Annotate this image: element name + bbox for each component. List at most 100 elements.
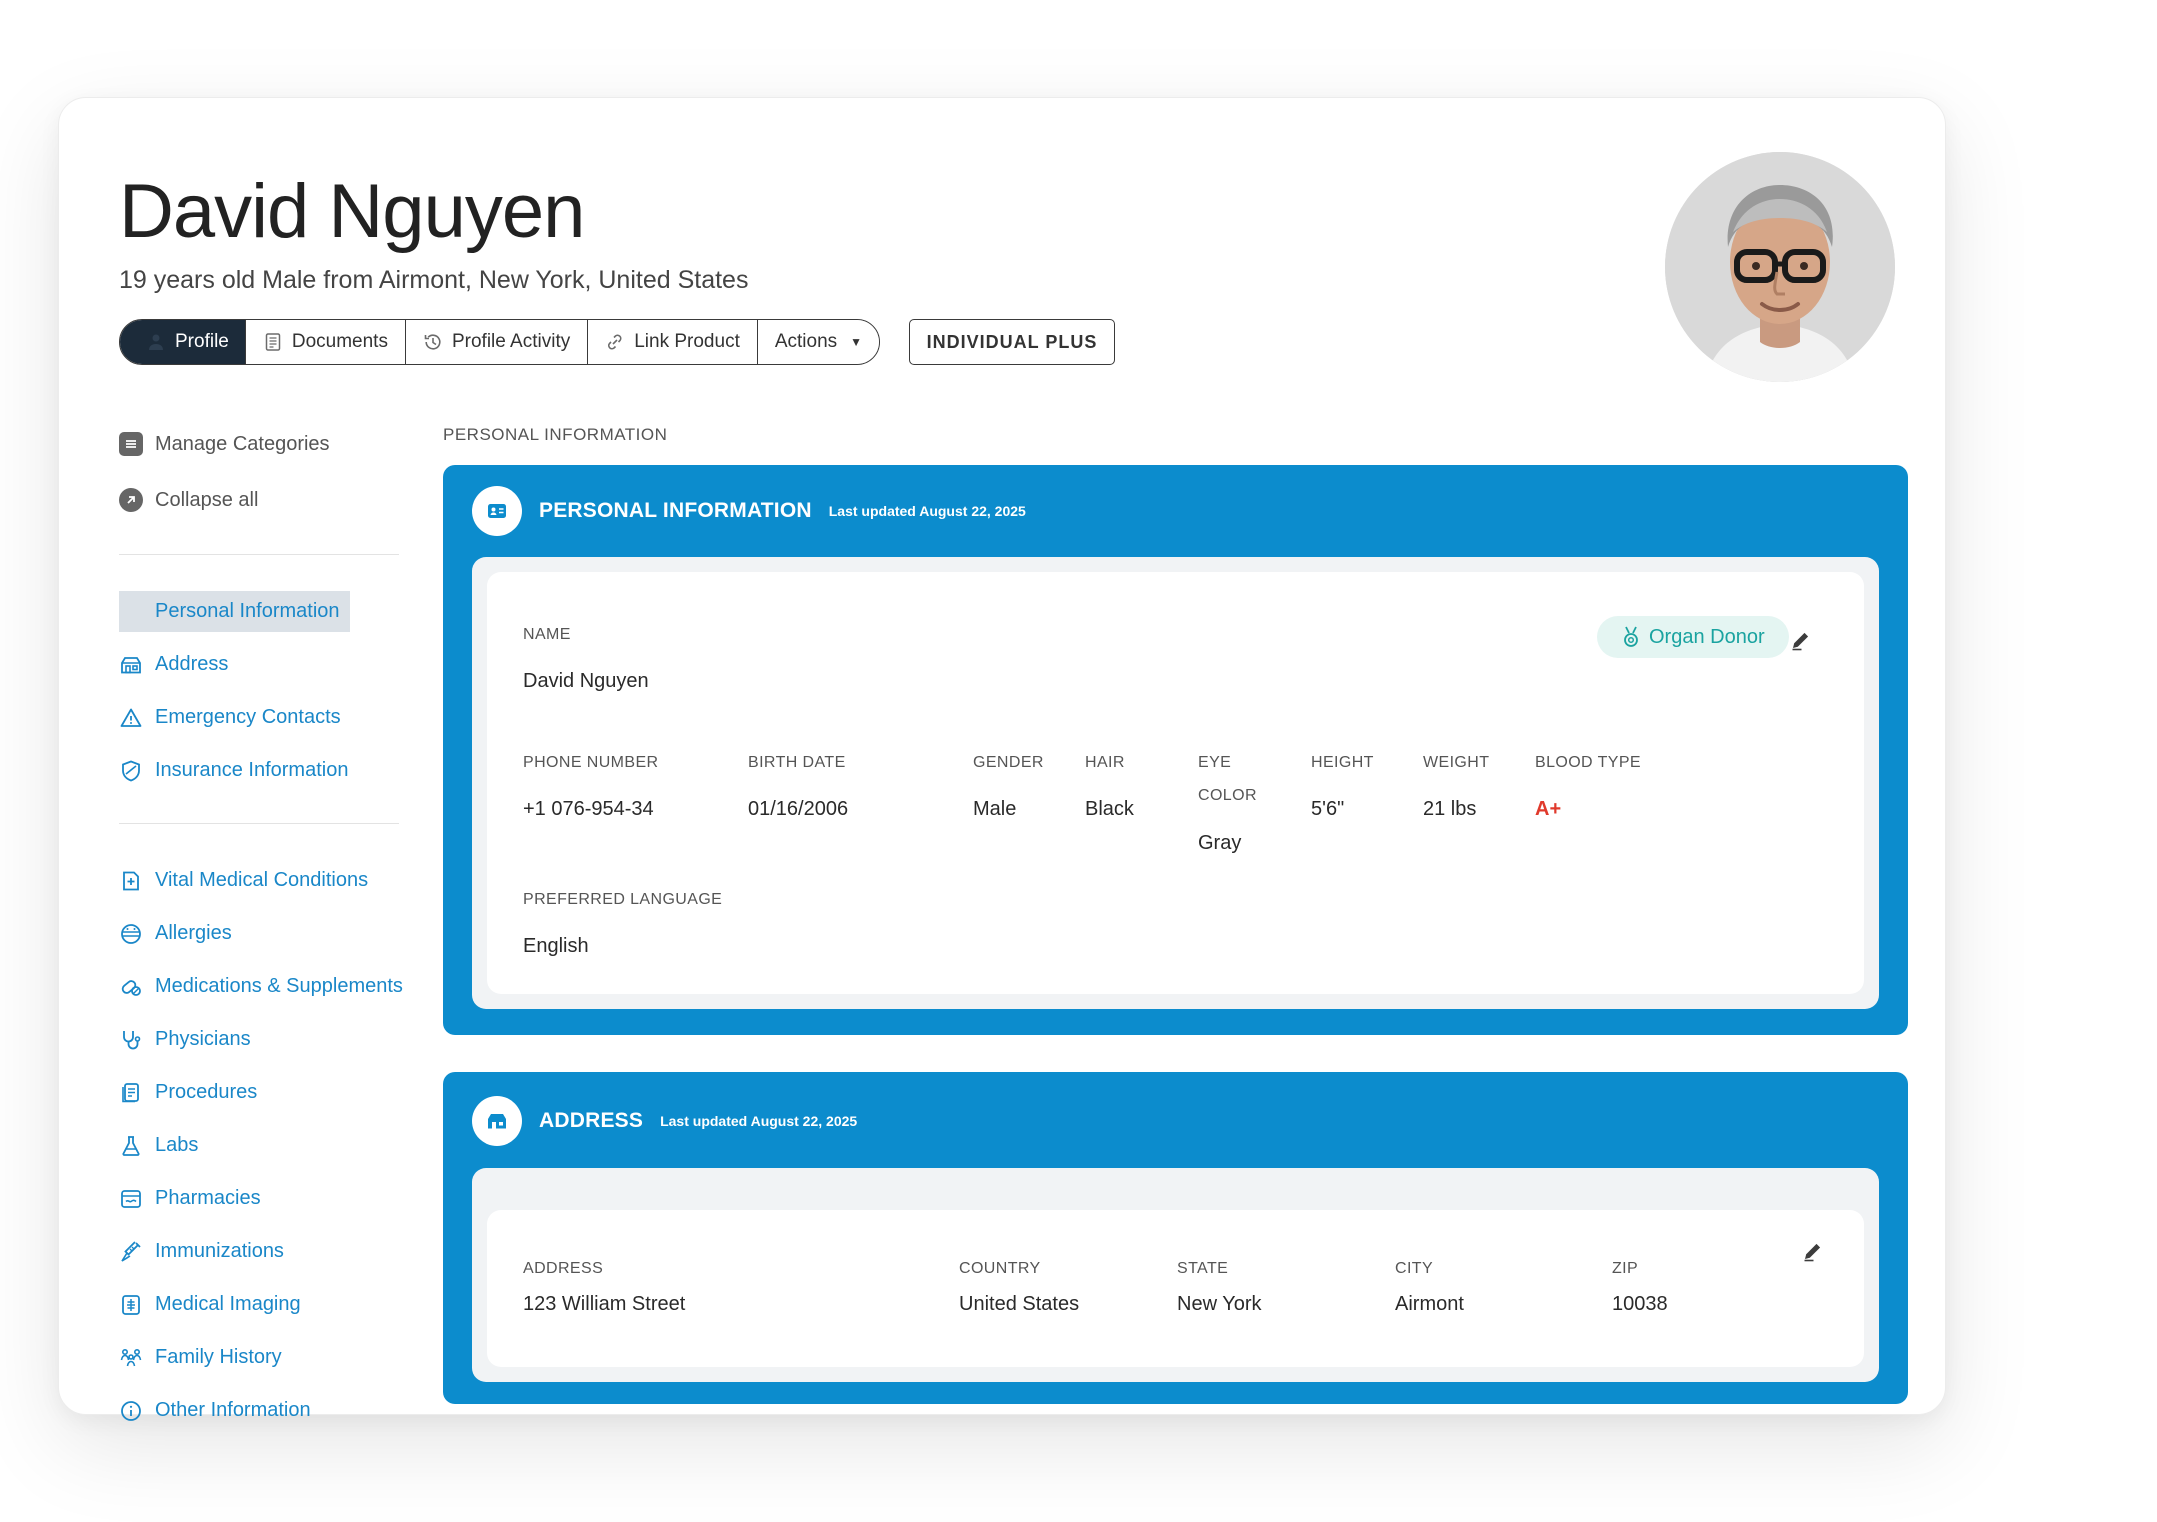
preferred-language-label: PREFERRED LANGUAGE <box>523 891 723 908</box>
organ-donor-label: Organ Donor <box>1649 625 1765 648</box>
tab-profile-label: Profile <box>175 331 229 352</box>
tab-link-product-label: Link Product <box>634 331 740 352</box>
city-value: Airmont <box>1395 1293 1464 1315</box>
sidebar-item-allergies[interactable]: Allergies <box>119 907 419 960</box>
sidebar-item-physicians[interactable]: Physicians <box>119 1013 419 1066</box>
collapse-all-label: Collapse all <box>155 488 259 511</box>
birth-date-value: 01/16/2006 <box>748 798 849 820</box>
sidebar-item-vital-medical-conditions[interactable]: Vital Medical Conditions <box>119 854 419 907</box>
sidebar-item-label: Other Information <box>155 1399 311 1421</box>
sidebar-item-label: Allergies <box>155 922 232 944</box>
eye-color-value: Gray <box>1198 832 1242 854</box>
id-card-icon <box>472 486 522 536</box>
edit-personal-button[interactable] <box>1790 629 1812 656</box>
categories-icon <box>119 432 143 456</box>
collapse-icon <box>119 488 143 512</box>
sidebar-item-labs[interactable]: Labs <box>119 1119 419 1172</box>
sidebar-item-immunizations[interactable]: Immunizations <box>119 1225 419 1278</box>
panel-title: ADDRESS <box>539 1109 644 1132</box>
tab-profile-activity[interactable]: Profile Activity <box>405 320 589 364</box>
sidebar-item-procedures[interactable]: Procedures <box>119 1066 419 1119</box>
address-icon <box>472 1096 522 1146</box>
syringe-icon <box>121 1240 141 1262</box>
country-value: United States <box>959 1293 1080 1315</box>
shield-icon <box>122 760 140 781</box>
sidebar-item-label: Emergency Contacts <box>155 706 341 728</box>
profile-name: David Nguyen <box>119 169 585 254</box>
individual-plus-button[interactable]: INDIVIDUAL PLUS <box>909 319 1115 365</box>
sidebar-divider <box>119 554 399 555</box>
xray-icon <box>122 1294 140 1315</box>
manage-categories-button[interactable]: Manage Categories <box>119 416 419 472</box>
weight-value: 21 lbs <box>1423 798 1477 820</box>
phone-label: PHONE NUMBER <box>523 754 659 771</box>
sidebar-item-emergency-contacts[interactable]: Emergency Contacts <box>119 691 419 744</box>
info-icon <box>121 1400 141 1421</box>
gender-value: Male <box>973 798 1017 820</box>
profile-card: David Nguyen 19 years old Male from Airm… <box>58 97 1946 1421</box>
sidebar-item-family-history[interactable]: Family History <box>119 1331 419 1384</box>
flask-icon <box>122 1135 140 1156</box>
height-value: 5'6" <box>1311 798 1345 820</box>
height-label: HEIGHT <box>1311 754 1374 771</box>
eye-color-label-line1: EYE <box>1198 754 1232 771</box>
address-icon <box>121 656 141 673</box>
sidebar-item-insurance-information[interactable]: Insurance Information <box>119 744 419 797</box>
allergy-icon <box>121 923 141 944</box>
sidebar-item-label: Address <box>155 653 229 675</box>
panel-body-frame: ADDRESS 123 William Street COUNTRY Unite… <box>472 1168 1879 1382</box>
actions-dropdown[interactable]: Actions ▼ <box>757 320 880 364</box>
panel-body: NAME David Nguyen Organ Donor PHONE NUMB… <box>487 572 1864 994</box>
tab-documents-label: Documents <box>291 331 388 352</box>
sidebar-item-label: Vital Medical Conditions <box>155 869 369 891</box>
panel-body: ADDRESS 123 William Street COUNTRY Unite… <box>487 1210 1864 1367</box>
panel-header: PERSONAL INFORMATION Last updated August… <box>443 465 1908 557</box>
stethoscope-icon <box>123 1030 141 1049</box>
hair-label: HAIR <box>1085 754 1125 771</box>
tab-link-product[interactable]: Link Product <box>588 320 758 364</box>
sidebar-item-personal-information[interactable]: Personal Information <box>119 585 419 638</box>
tab-documents[interactable]: Documents <box>245 320 406 364</box>
sidebar-divider <box>119 823 399 824</box>
sidebar-item-label: Medical Imaging <box>155 1293 301 1315</box>
pharmacy-icon <box>121 1189 141 1208</box>
sidebar-item-label: Insurance Information <box>155 759 349 781</box>
sidebar-item-label: Personal Information <box>119 591 350 632</box>
sidebar-item-medications[interactable]: Medications & Supplements <box>119 960 419 1013</box>
sidebar-item-medical-imaging[interactable]: Medical Imaging <box>119 1278 419 1331</box>
city-label: CITY <box>1395 1260 1434 1277</box>
edit-address-button[interactable] <box>1802 1240 1824 1267</box>
manage-categories-label: Manage Categories <box>155 432 330 455</box>
panel-body-frame: NAME David Nguyen Organ Donor PHONE NUMB… <box>472 557 1879 1009</box>
country-label: COUNTRY <box>959 1260 1041 1277</box>
sidebar-item-other-information[interactable]: Other Information <box>119 1384 419 1437</box>
address-label: ADDRESS <box>523 1260 604 1277</box>
document-icon <box>265 333 281 351</box>
gender-label: GENDER <box>973 754 1044 771</box>
procedure-icon <box>122 1082 139 1102</box>
sidebar-item-address[interactable]: Address <box>119 638 419 691</box>
personal-information-panel: PERSONAL INFORMATION Last updated August… <box>443 465 1908 1035</box>
caret-down-icon: ▼ <box>850 335 863 349</box>
collapse-all-button[interactable]: Collapse all <box>119 472 419 528</box>
phone-value: +1 076-954-34 <box>523 798 654 820</box>
weight-label: WEIGHT <box>1423 754 1490 771</box>
sidebar-item-pharmacies[interactable]: Pharmacies <box>119 1172 419 1225</box>
zip-label: ZIP <box>1612 1260 1639 1277</box>
organ-donor-badge: Organ Donor <box>1597 616 1789 658</box>
actions-label: Actions <box>774 331 838 352</box>
address-panel: ADDRESS Last updated August 22, 2025 ADD… <box>443 1072 1908 1404</box>
sidebar-item-label: Procedures <box>155 1081 258 1103</box>
blood-type-value: A+ <box>1535 798 1562 820</box>
link-icon <box>608 334 622 350</box>
sidebar-item-label: Family History <box>155 1346 282 1368</box>
tab-profile-activity-label: Profile Activity <box>451 331 571 352</box>
family-icon <box>120 1348 142 1366</box>
state-value: New York <box>1177 1293 1262 1315</box>
blood-type-label: BLOOD TYPE <box>1535 754 1641 771</box>
sidebar-item-label: Physicians <box>155 1028 251 1050</box>
tab-profile[interactable]: Profile <box>120 320 246 364</box>
last-updated: Last updated August 22, 2025 <box>660 1113 858 1129</box>
last-updated: Last updated August 22, 2025 <box>828 503 1026 519</box>
profile-tabs: Profile Documents Profile Activity Link … <box>119 319 881 365</box>
